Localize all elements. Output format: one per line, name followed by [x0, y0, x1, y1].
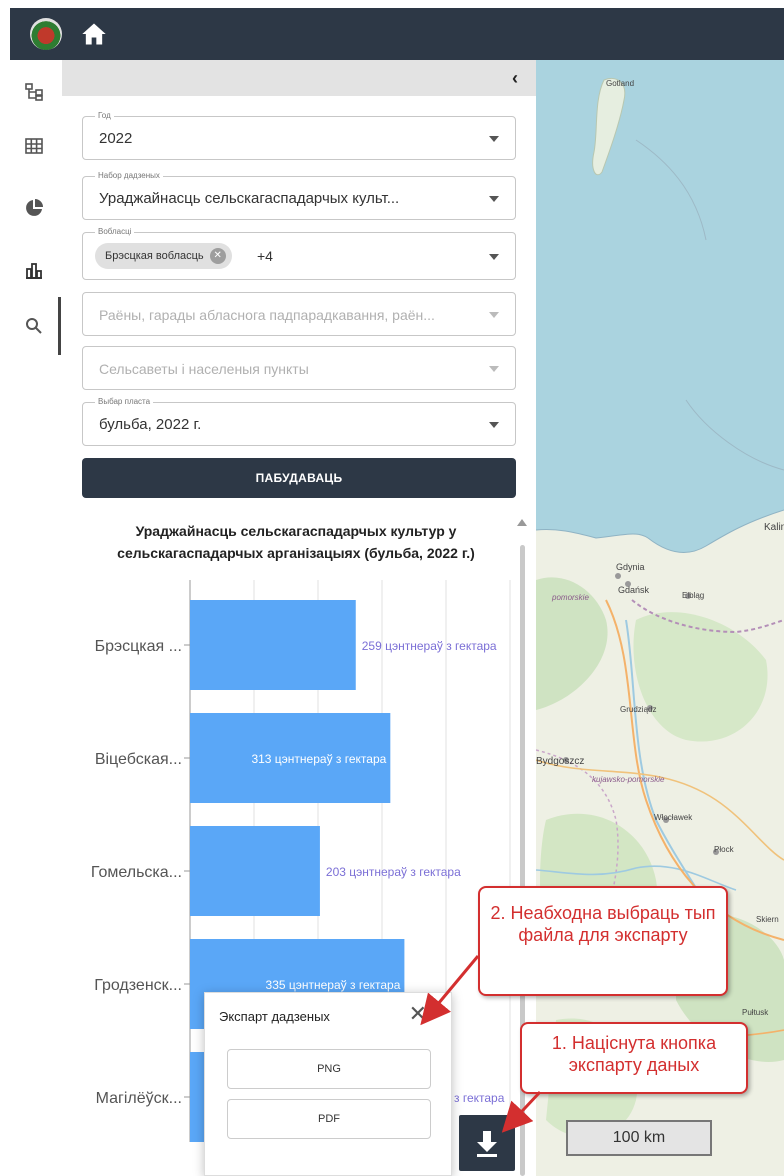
- map-label: kujawsko-pomorskie: [592, 775, 665, 784]
- bar[interactable]: [190, 600, 356, 690]
- layer-label: Выбар пласта: [95, 397, 154, 406]
- regions-select[interactable]: Вобласці Брэсцкая вобласць ✕ +4: [82, 227, 516, 280]
- scroll-up-arrow-icon[interactable]: [517, 519, 527, 526]
- close-icon[interactable]: ✕: [409, 1003, 427, 1025]
- bar-value-label: 335 цэнтнераў з гектара: [266, 978, 401, 992]
- side-rail: [10, 60, 61, 1176]
- map-label: Elbląg: [682, 591, 704, 600]
- export-popup: Экспарт дадзеных ✕ PNG PDF: [204, 992, 452, 1176]
- chart-title: Ураджайнасць сельскагаспадарчых культур …: [117, 523, 475, 561]
- app-logo[interactable]: [30, 18, 62, 50]
- year-value: 2022: [99, 130, 133, 147]
- callout-step-2: 2. Неабходна выбраць тып файла для экспа…: [478, 886, 728, 996]
- chevron-down-icon: [489, 136, 499, 142]
- export-pdf-button[interactable]: PDF: [227, 1099, 431, 1139]
- settlements-select[interactable]: Сельсаветы і населеныя пункты: [82, 346, 516, 390]
- map-label: Kalin: [764, 522, 784, 533]
- map-label: pomorskie: [551, 593, 589, 602]
- category-label: Гродзенск...: [94, 977, 182, 994]
- chip-remove-icon[interactable]: ✕: [209, 248, 226, 264]
- callout-step-1: 1. Націснута кнопка экспарту даных: [520, 1022, 748, 1094]
- category-label: Віцебская...: [95, 751, 182, 768]
- panel-header: ‹: [62, 60, 536, 96]
- more-regions-count: +4: [257, 248, 273, 264]
- bar-value-label: з гектара: [454, 1091, 505, 1105]
- bar-value-label: 313 цэнтнераў з гектара: [251, 752, 386, 766]
- layer-value: бульба, 2022 г.: [99, 416, 202, 433]
- dataset-label: Набор дадзеных: [95, 171, 163, 180]
- bar[interactable]: [190, 826, 320, 916]
- map-label: Płock: [714, 845, 735, 854]
- bar-value-label: 259 цэнтнераў з гектара: [362, 639, 497, 653]
- home-icon[interactable]: [80, 20, 108, 48]
- dataset-select[interactable]: Набор дадзеных Ураджайнасць сельскагаспа…: [82, 171, 516, 220]
- bar[interactable]: [190, 1052, 204, 1142]
- region-chip: Брэсцкая вобласць ✕: [95, 243, 232, 269]
- collapse-panel-icon[interactable]: ‹: [512, 68, 518, 89]
- dataset-value: Ураджайнасць сельскагаспадарчых культ...: [99, 190, 400, 207]
- map-label: Włocławek: [654, 813, 693, 822]
- year-select[interactable]: Год 2022: [82, 111, 516, 160]
- category-label: Магілёўск...: [96, 1090, 182, 1107]
- bar-value-label: 203 цэнтнераў з гектара: [326, 865, 461, 879]
- map-label: Grudziądz: [620, 705, 656, 714]
- regions-label: Вобласці: [95, 227, 135, 236]
- map-view[interactable]: Gotland Gdynia Gdańsk Elbląg Grudziądz B…: [536, 60, 784, 1176]
- table-icon[interactable]: [20, 132, 48, 160]
- map-scale: 100 km: [566, 1120, 712, 1156]
- callout-step-1-text: 1. Націснута кнопка экспарту даных: [551, 1033, 717, 1075]
- top-bar: [10, 8, 784, 60]
- year-label: Год: [95, 111, 114, 120]
- download-icon: [477, 1131, 497, 1157]
- chevron-down-icon: [489, 254, 499, 260]
- map-label: Gdańsk: [618, 585, 650, 595]
- districts-select[interactable]: Раёны, гарады абласнога падпарадкавання,…: [82, 292, 516, 336]
- chevron-down-icon: [489, 312, 499, 318]
- map-label: Skiern: [756, 915, 779, 924]
- search-icon[interactable]: [20, 312, 48, 340]
- export-png-button[interactable]: PNG: [227, 1049, 431, 1089]
- layer-select[interactable]: Выбар пласта бульба, 2022 г.: [82, 397, 516, 446]
- map-label: Gdynia: [616, 562, 645, 572]
- settlements-placeholder: Сельсаветы і населеныя пункты: [99, 361, 309, 377]
- map-label: Pułtusk: [742, 1008, 769, 1017]
- pie-chart-icon[interactable]: [20, 194, 48, 222]
- callout-step-2-text: 2. Неабходна выбраць тып файла для экспа…: [490, 903, 716, 945]
- chevron-down-icon: [489, 196, 499, 202]
- map-canvas: Gotland Gdynia Gdańsk Elbląg Grudziądz B…: [536, 77, 784, 1176]
- export-title: Экспарт дадзеных: [219, 1009, 330, 1024]
- build-button[interactable]: ПАБУДАВАЦЬ: [82, 458, 516, 498]
- map-label: Gotland: [606, 79, 634, 88]
- category-label: Гомельска...: [91, 864, 182, 881]
- chevron-down-icon: [489, 422, 499, 428]
- download-button[interactable]: [459, 1115, 515, 1171]
- bar-chart-icon[interactable]: [20, 256, 48, 284]
- layers-tree-icon[interactable]: [20, 78, 48, 106]
- region-chip-label: Брэсцкая вобласць: [105, 250, 204, 262]
- map-label: Bydgoszcz: [536, 756, 584, 767]
- category-label: Брэсцкая ...: [95, 638, 182, 655]
- districts-placeholder: Раёны, гарады абласнога падпарадкавання,…: [99, 307, 435, 323]
- active-indicator: [58, 297, 61, 355]
- chevron-down-icon: [489, 366, 499, 372]
